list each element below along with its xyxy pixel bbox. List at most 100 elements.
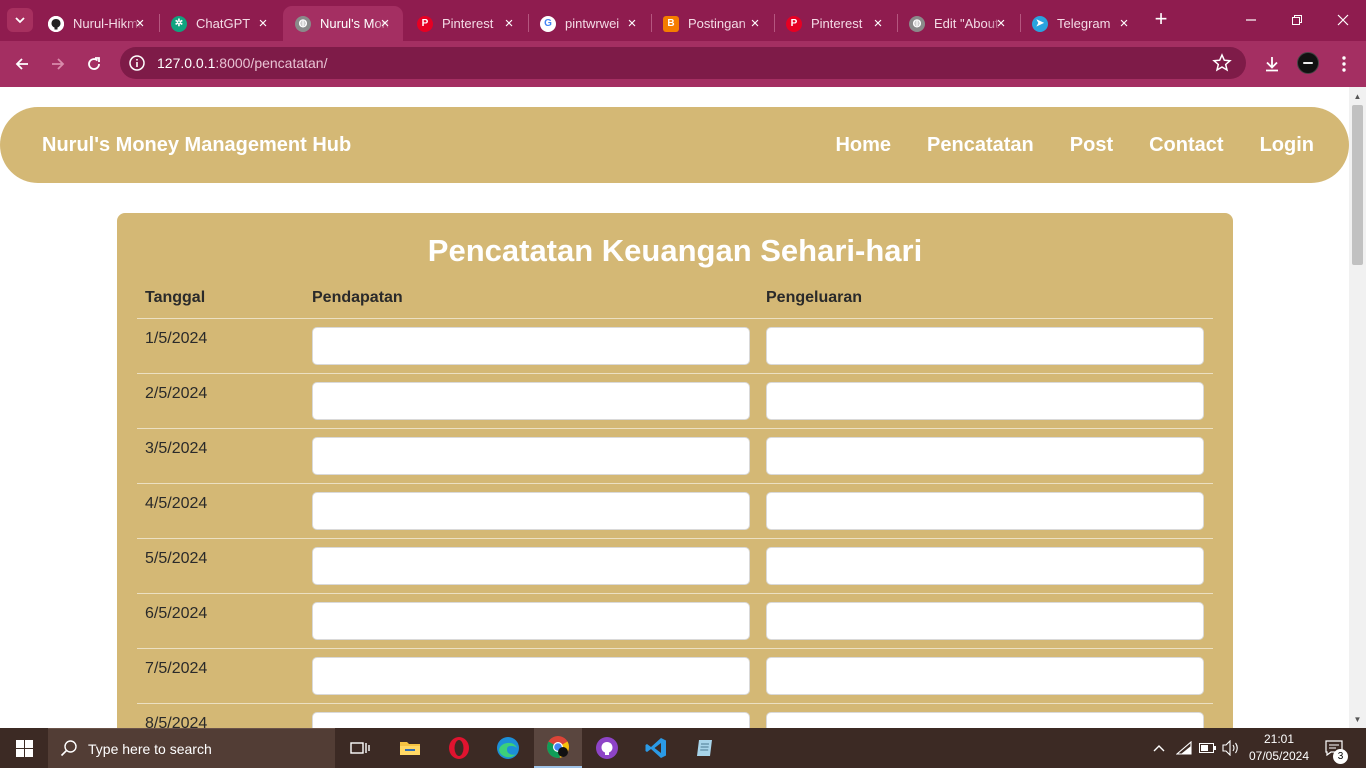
page-scrollbar[interactable]: ▲ ▼: [1349, 87, 1366, 728]
close-icon[interactable]: ×: [993, 15, 1009, 32]
restore-button[interactable]: [1285, 8, 1309, 32]
nav-link-pencatatan[interactable]: Pencatatan: [927, 134, 1034, 157]
tab-nurul-money[interactable]: ◍ Nurul's Money ×: [283, 6, 403, 41]
start-button[interactable]: [0, 728, 48, 768]
nav-link-home[interactable]: Home: [835, 134, 891, 157]
scroll-down-arrow-icon[interactable]: ▼: [1353, 715, 1362, 724]
close-icon[interactable]: ×: [747, 15, 763, 32]
taskbar-chrome[interactable]: [534, 728, 582, 768]
arrow-right-icon: [52, 58, 65, 70]
new-tab-button[interactable]: +: [1150, 6, 1172, 31]
taskbar-edge[interactable]: [484, 728, 532, 768]
minimize-button[interactable]: [1239, 8, 1263, 32]
more-vertical-icon: [1342, 56, 1346, 72]
taskbar-clock[interactable]: 21:01 07/05/2024: [1240, 731, 1318, 765]
close-icon[interactable]: ×: [624, 15, 640, 32]
taskbar-notepad[interactable]: [681, 728, 729, 768]
table-row: 6/5/2024: [137, 593, 1213, 649]
close-icon[interactable]: ×: [377, 15, 393, 32]
expense-input[interactable]: [766, 327, 1204, 365]
income-cell: [304, 538, 758, 594]
info-icon[interactable]: [129, 55, 145, 71]
close-window-button[interactable]: [1331, 8, 1355, 32]
tab-pinterest[interactable]: P Pinterest ×: [405, 6, 527, 41]
taskbar-github-desktop[interactable]: [583, 728, 631, 768]
table-row: 4/5/2024: [137, 483, 1213, 539]
income-cell: [304, 318, 758, 374]
speaker-icon: [1222, 740, 1238, 756]
back-button[interactable]: [9, 51, 35, 77]
taskbar-opera[interactable]: [435, 728, 483, 768]
ledger-card: Pencatatan Keuangan Sehari-hari Tanggal …: [117, 213, 1233, 728]
taskbar-search-box[interactable]: Type here to search: [48, 728, 335, 768]
profile-avatar[interactable]: [1297, 52, 1319, 74]
table-row: 8/5/2024: [137, 703, 1213, 728]
income-input[interactable]: [312, 382, 750, 420]
close-icon[interactable]: ×: [132, 15, 148, 32]
minimize-icon: [1246, 19, 1256, 21]
chevron-down-icon: [15, 17, 25, 24]
row-date: 1/5/2024: [137, 318, 304, 374]
chevron-up-icon: [1153, 745, 1165, 752]
network-button[interactable]: [1173, 728, 1195, 768]
task-view-icon: [350, 742, 370, 754]
site-brand[interactable]: Nurul's Money Management Hub: [42, 134, 351, 157]
close-icon[interactable]: ×: [501, 15, 517, 32]
expense-input[interactable]: [766, 382, 1204, 420]
tab-search-button[interactable]: [7, 8, 33, 32]
income-input[interactable]: [312, 602, 750, 640]
column-header-expense: Pengeluaran: [758, 281, 1213, 319]
arrow-left-icon: [15, 58, 28, 70]
nav-link-login[interactable]: Login: [1260, 134, 1314, 157]
tab-telegram[interactable]: ➤ Telegram ×: [1020, 6, 1142, 41]
close-icon[interactable]: ×: [1116, 15, 1132, 32]
bookmark-star-icon[interactable]: [1212, 53, 1232, 73]
tab-chatgpt[interactable]: ✲ ChatGPT ×: [159, 6, 281, 41]
forward-button[interactable]: [45, 51, 71, 77]
reload-button[interactable]: [81, 51, 107, 77]
tab-google[interactable]: G pintwrwei ×: [528, 6, 650, 41]
row-date: 6/5/2024: [137, 593, 304, 649]
nav-link-post[interactable]: Post: [1070, 134, 1113, 157]
tab-blogger[interactable]: B Postingan ×: [651, 6, 773, 41]
windows-taskbar: Type here to search 21:01 07/05/2024 3: [0, 728, 1366, 768]
expense-input[interactable]: [766, 547, 1204, 585]
expense-input[interactable]: [766, 602, 1204, 640]
chrome-icon: [547, 736, 569, 758]
taskbar-vscode[interactable]: [632, 728, 680, 768]
plus-icon: +: [1154, 6, 1168, 31]
income-input[interactable]: [312, 712, 750, 728]
scrollbar-thumb[interactable]: [1352, 105, 1363, 265]
table-row: 7/5/2024: [137, 648, 1213, 704]
row-date: 3/5/2024: [137, 428, 304, 484]
google-icon: G: [540, 15, 556, 32]
income-input[interactable]: [312, 657, 750, 695]
expense-input[interactable]: [766, 657, 1204, 695]
expense-cell: [758, 483, 1213, 539]
expense-input[interactable]: [766, 437, 1204, 475]
tab-pinterest-2[interactable]: P Pinterest ×: [774, 6, 896, 41]
nav-link-contact[interactable]: Contact: [1149, 134, 1223, 157]
tab-edit-about[interactable]: ◍ Edit "About ×: [897, 6, 1019, 41]
expense-input[interactable]: [766, 492, 1204, 530]
blogger-icon: B: [663, 15, 679, 32]
volume-button[interactable]: [1220, 728, 1242, 768]
row-date: 7/5/2024: [137, 648, 304, 704]
income-input[interactable]: [312, 327, 750, 365]
task-view-button[interactable]: [336, 728, 384, 768]
battery-icon: [1199, 743, 1216, 753]
expense-input[interactable]: [766, 712, 1204, 728]
show-hidden-icons-button[interactable]: [1148, 728, 1170, 768]
income-input[interactable]: [312, 492, 750, 530]
address-bar[interactable]: 127.0.0.1:8000/pencatatan/: [120, 47, 1246, 79]
download-button[interactable]: [1260, 52, 1284, 76]
tab-github[interactable]: Nurul-Hikmah ×: [36, 6, 158, 41]
browser-menu-button[interactable]: [1332, 52, 1356, 76]
battery-button[interactable]: [1197, 728, 1219, 768]
close-icon[interactable]: ×: [255, 15, 271, 32]
scroll-up-arrow-icon[interactable]: ▲: [1353, 92, 1362, 101]
income-input[interactable]: [312, 437, 750, 475]
close-icon[interactable]: ×: [870, 15, 886, 32]
income-input[interactable]: [312, 547, 750, 585]
taskbar-file-explorer[interactable]: [386, 728, 434, 768]
